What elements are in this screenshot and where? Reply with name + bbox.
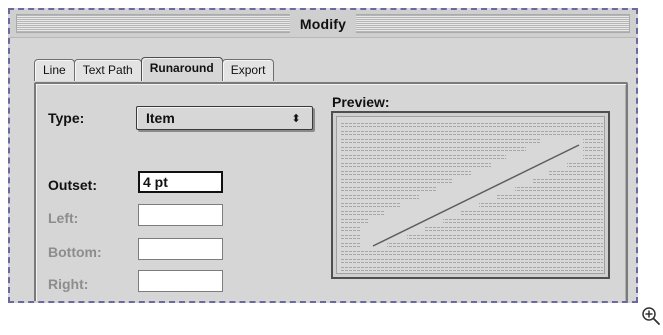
left-field[interactable]	[138, 204, 223, 226]
right-field[interactable]	[138, 270, 223, 292]
tab-text-path[interactable]: Text Path	[73, 59, 142, 81]
zoom-in-icon[interactable]	[641, 306, 661, 326]
type-popup-menu[interactable]: Item ⬍	[136, 106, 313, 130]
tab-export[interactable]: Export	[221, 59, 275, 81]
outset-field[interactable]: 4 pt	[138, 171, 223, 193]
bottom-field[interactable]	[138, 238, 223, 260]
preview-label: Preview:	[332, 94, 390, 110]
outset-label: Outset:	[48, 177, 97, 193]
window-title: Modify	[289, 14, 357, 34]
window-titlebar[interactable]: Modify	[10, 10, 636, 38]
type-popup-value: Item	[146, 110, 175, 126]
tab-strip: Line Text Path Runaround Export	[34, 57, 275, 82]
bottom-label: Bottom:	[48, 244, 102, 260]
up-down-arrow-icon: ⬍	[291, 111, 301, 125]
runaround-preview-graphic	[341, 123, 603, 271]
preview-box	[331, 111, 610, 279]
preview-inner	[336, 116, 605, 274]
type-label: Type:	[48, 110, 85, 126]
tab-runaround[interactable]: Runaround	[140, 57, 223, 81]
left-label: Left:	[48, 210, 79, 226]
modify-dialog: Modify Line Text Path Runaround Export T…	[8, 8, 638, 303]
right-label: Right:	[48, 276, 89, 292]
tab-line[interactable]: Line	[34, 59, 75, 81]
